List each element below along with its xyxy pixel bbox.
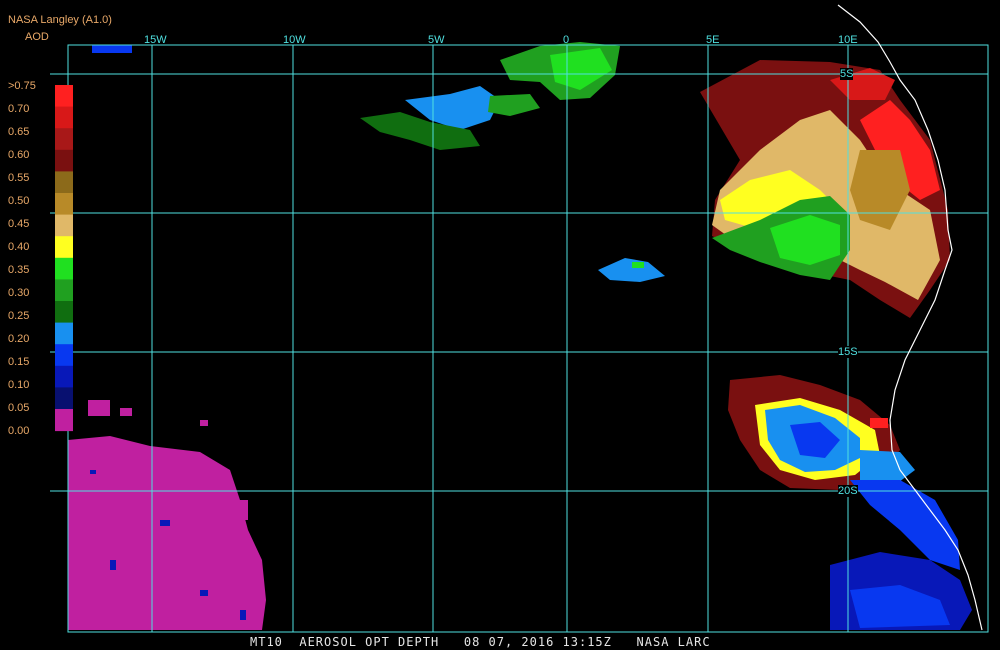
legend-label: 0.60 — [8, 149, 30, 161]
lon-label-10w: 10W — [283, 34, 306, 46]
product-label: AOD — [25, 31, 49, 43]
legend-label: >0.75 — [8, 80, 36, 92]
lat-label-15s: 15S — [838, 346, 858, 358]
legend-label: 0.25 — [8, 310, 30, 322]
legend-label: 0.35 — [8, 264, 30, 276]
legend-swatch — [55, 106, 73, 129]
legend-label: 0.55 — [8, 172, 30, 184]
lon-label-5w: 5W — [428, 34, 445, 46]
image-caption: MT10 AEROSOL OPT DEPTH 08 07, 2016 13:15… — [250, 635, 711, 649]
lon-label-0: 0 — [563, 34, 570, 46]
legend-swatch — [55, 344, 73, 367]
lon-label-5e: 5E — [706, 34, 720, 46]
legend-swatch — [55, 214, 73, 237]
legend-swatch — [55, 85, 73, 108]
legend-label: 0.15 — [8, 356, 30, 368]
legend-label: 0.70 — [8, 103, 30, 115]
legend-label: 0.65 — [8, 126, 30, 138]
lon-label-10e: 10E — [838, 34, 858, 46]
legend-swatch — [55, 149, 73, 172]
legend-swatch — [55, 236, 73, 259]
lon-label-15w: 15W — [144, 34, 167, 46]
legend-label: 0.10 — [8, 379, 30, 391]
legend-swatch — [55, 365, 73, 388]
legend-swatch — [55, 193, 73, 216]
aerosol-map — [0, 0, 1000, 650]
legend-swatch — [55, 387, 73, 410]
legend-label: 0.50 — [8, 195, 30, 207]
legend-label: 0.40 — [8, 241, 30, 253]
legend-label: 0.45 — [8, 218, 30, 230]
legend-swatch — [55, 128, 73, 151]
legend-label: 0.20 — [8, 333, 30, 345]
aod-legend-colorbar — [55, 85, 73, 432]
lat-label-5s: 5S — [840, 68, 854, 80]
legend-swatch — [55, 301, 73, 324]
legend-label: 0.30 — [8, 287, 30, 299]
legend-label: 0.05 — [8, 402, 30, 414]
legend-swatch — [55, 322, 73, 345]
legend-swatch — [55, 257, 73, 280]
lat-label-20s: 20S — [838, 485, 858, 497]
legend-swatch — [55, 171, 73, 194]
legend-label: 0.00 — [8, 425, 30, 437]
organization-label: NASA Langley (A1.0) — [8, 14, 112, 26]
legend-swatch — [55, 409, 73, 432]
legend-swatch — [55, 279, 73, 302]
